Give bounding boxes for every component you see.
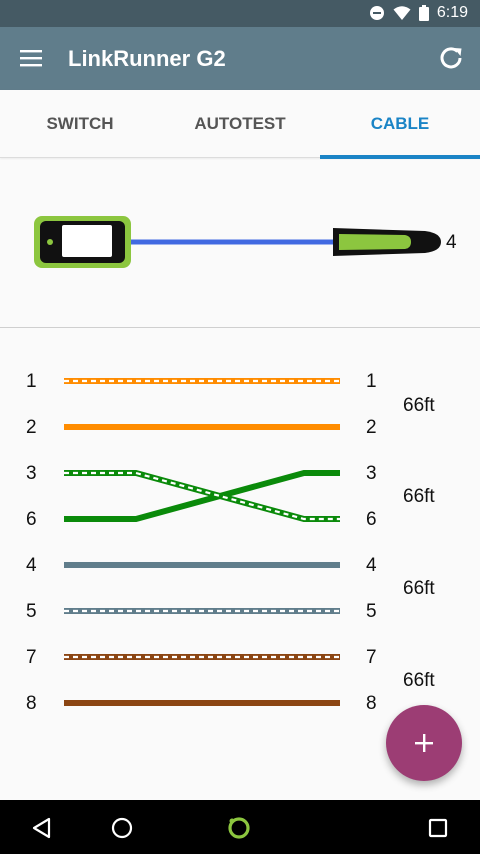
cable-device-diagram: 4 xyxy=(0,158,480,328)
left-pin-label: 8 xyxy=(26,693,37,714)
left-pin-label: 2 xyxy=(26,417,37,438)
remote-id-label: 4 xyxy=(446,232,457,253)
right-pin-label: 3 xyxy=(366,463,377,484)
wifi-icon xyxy=(393,5,411,21)
tab-cable-label: CABLE xyxy=(370,114,430,133)
app-launcher-icon[interactable] xyxy=(225,814,253,842)
left-pin-label: 7 xyxy=(26,647,37,668)
right-pin-label: 1 xyxy=(366,371,377,392)
left-pin-label: 1 xyxy=(26,371,37,392)
remote-device-icon xyxy=(333,228,441,256)
back-icon[interactable] xyxy=(28,814,56,842)
pair-length: 66ft xyxy=(403,395,435,416)
app-bar: LinkRunner G2 xyxy=(0,27,480,90)
menu-icon[interactable] xyxy=(20,47,42,69)
wire-3-crossed xyxy=(64,470,340,522)
linkrunner-device-icon xyxy=(34,216,131,268)
pair-length: 66ft xyxy=(403,670,435,691)
left-pin-label: 6 xyxy=(26,509,37,530)
app-title: LinkRunner G2 xyxy=(68,46,226,71)
pair-length: 66ft xyxy=(403,486,435,507)
left-pin-label: 5 xyxy=(26,601,37,622)
wire-6-crossed xyxy=(64,470,340,522)
right-pin-label: 7 xyxy=(366,647,377,668)
add-button[interactable] xyxy=(386,705,462,781)
battery-icon xyxy=(418,5,429,21)
left-pin-label: 3 xyxy=(26,463,37,484)
status-bar: 6:19 xyxy=(0,0,480,27)
plus-icon xyxy=(415,734,433,752)
tab-bar: SWITCH AUTOTEST CABLE xyxy=(0,90,480,159)
system-nav-bar xyxy=(0,800,480,854)
refresh-icon[interactable] xyxy=(436,43,466,73)
tab-autotest-label: AUTOTEST xyxy=(194,114,286,133)
do-not-disturb-icon xyxy=(369,5,385,21)
right-pin-label: 2 xyxy=(366,417,377,438)
pair-length: 66ft xyxy=(403,578,435,599)
status-time: 6:19 xyxy=(436,4,468,21)
right-pin-label: 6 xyxy=(366,509,377,530)
right-pin-label: 8 xyxy=(366,693,377,714)
tab-cable[interactable]: CABLE xyxy=(320,90,480,159)
tab-autotest[interactable]: AUTOTEST xyxy=(160,90,320,158)
status-icons: 6:19 xyxy=(369,4,468,22)
tab-switch-label: SWITCH xyxy=(46,114,114,133)
right-pin-label: 4 xyxy=(366,555,377,576)
right-pin-label: 5 xyxy=(366,601,377,622)
home-icon[interactable] xyxy=(108,814,136,842)
left-pin-label: 4 xyxy=(26,555,37,576)
recents-icon[interactable] xyxy=(424,814,452,842)
tab-switch[interactable]: SWITCH xyxy=(0,90,160,158)
